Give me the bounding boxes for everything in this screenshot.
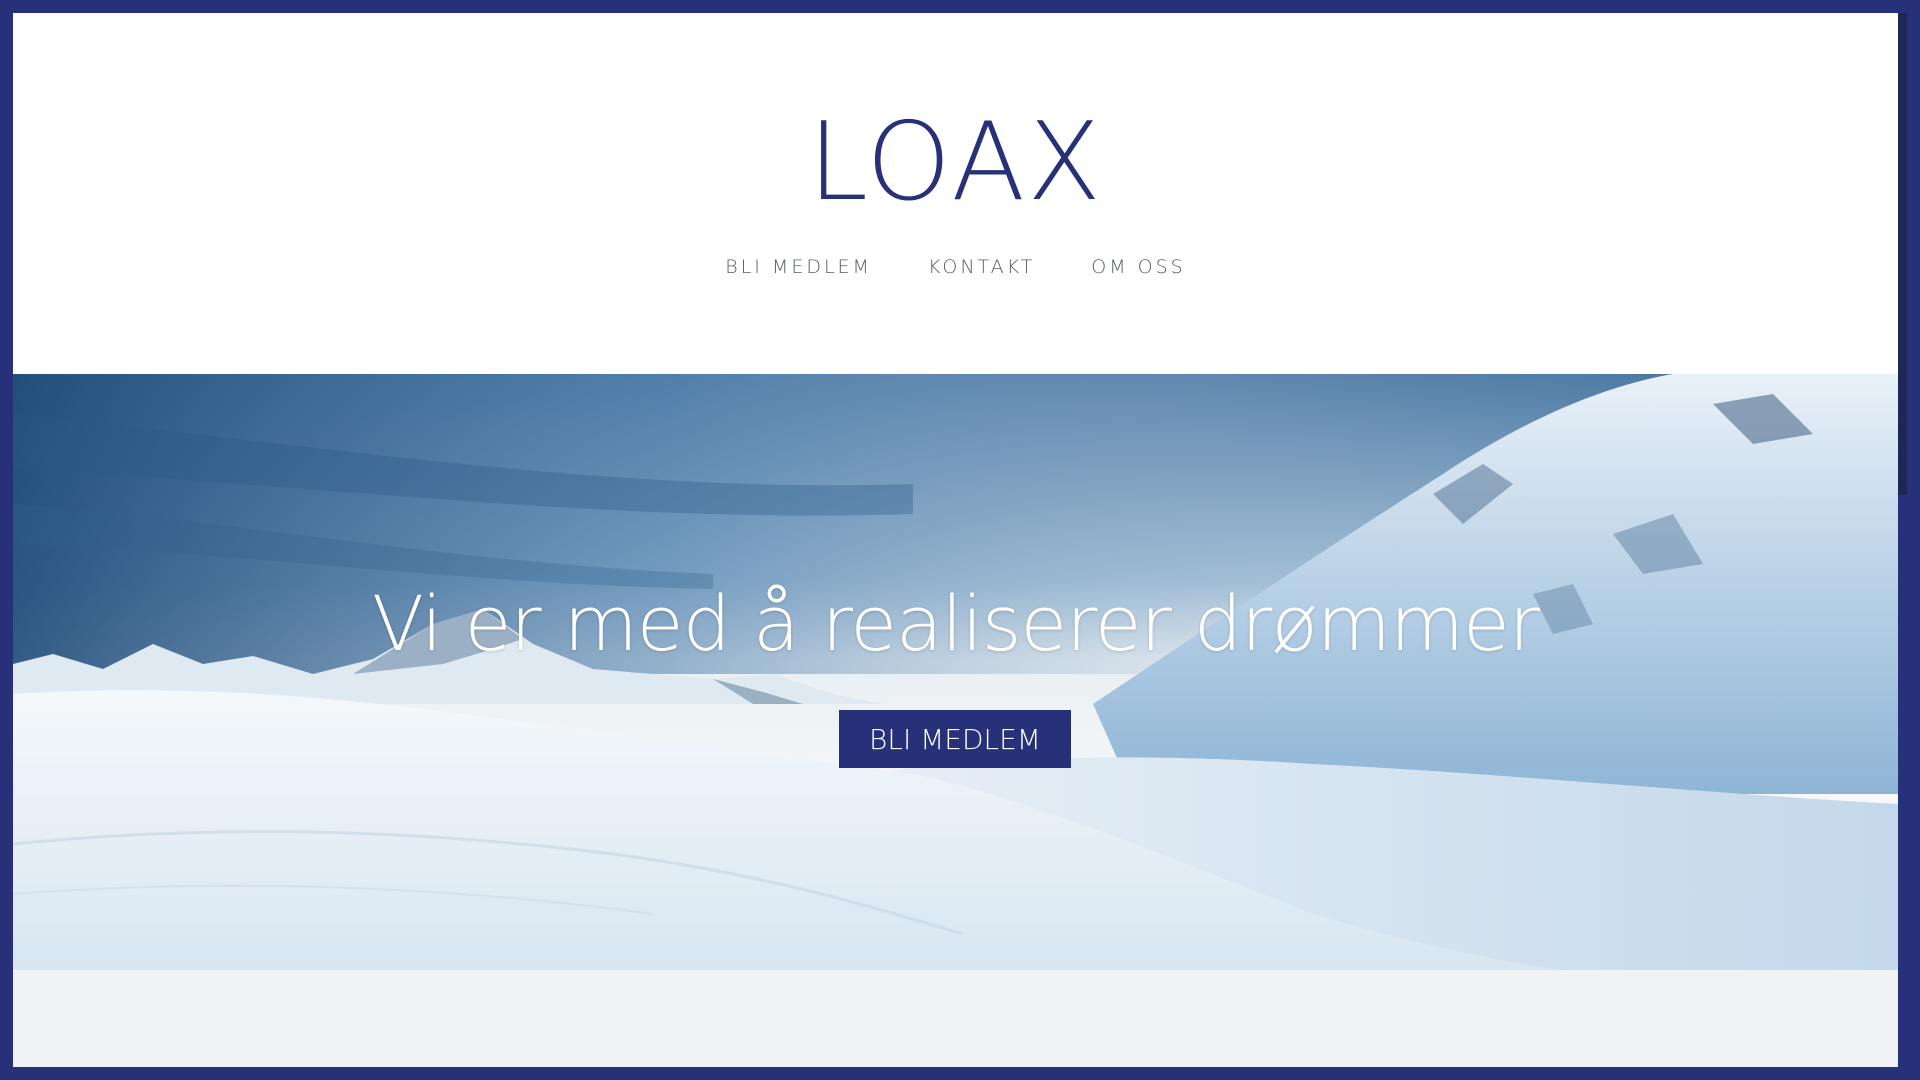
page-frame: LOAX BLI MEDLEM KONTAKT OM OSS Vi er med… (13, 13, 1898, 1067)
scrollbar-thumb[interactable] (1898, 13, 1907, 495)
nav-item-om-oss[interactable]: OM OSS (1091, 256, 1185, 278)
main-nav: BLI MEDLEM KONTAKT OM OSS (13, 256, 1898, 278)
nav-item-bli-medlem[interactable]: BLI MEDLEM (725, 256, 872, 278)
site-header: LOAX BLI MEDLEM KONTAKT OM OSS (13, 13, 1898, 374)
site-logo[interactable]: LOAX (13, 98, 1898, 228)
nav-item-kontakt[interactable]: KONTAKT (928, 256, 1035, 278)
join-button[interactable]: BLI MEDLEM (839, 710, 1071, 768)
snowy-mountain-background (13, 374, 1898, 970)
hero-banner: Vi er med å realiserer drømmer BLI MEDLE… (13, 374, 1898, 970)
hero-title: Vi er med å realiserer drømmer (372, 579, 1540, 668)
